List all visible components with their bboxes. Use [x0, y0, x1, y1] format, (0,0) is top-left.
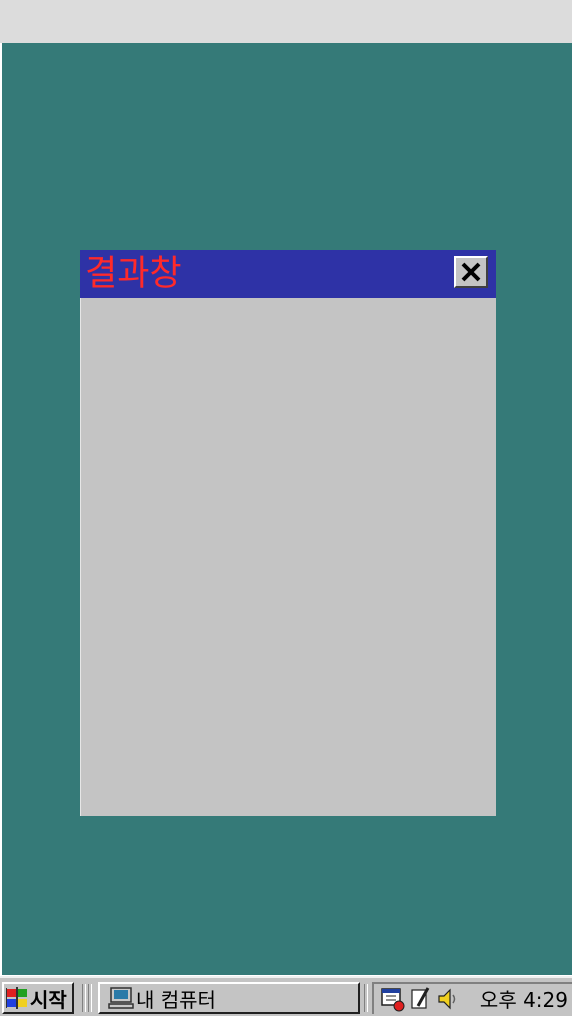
window-content-area [80, 298, 496, 816]
close-icon [460, 262, 482, 282]
speaker-icon[interactable] [436, 987, 460, 1011]
title-bar[interactable]: 결과창 [80, 250, 496, 298]
task-label: 내 컴퓨터 [136, 987, 216, 1012]
taskbar-separator [88, 984, 92, 1012]
result-window: 결과창 [80, 250, 496, 816]
task-button-my-computer[interactable]: 내 컴퓨터 [98, 982, 360, 1014]
start-label: 시작 [30, 987, 67, 1012]
window-title: 결과창 [85, 254, 182, 294]
scheduler-icon[interactable] [380, 986, 406, 1012]
system-tray: 오후 4:29 [372, 982, 572, 1014]
close-button[interactable] [454, 256, 488, 288]
taskbar-separator [82, 984, 86, 1012]
pen-icon[interactable] [410, 986, 432, 1012]
windows-logo-icon [6, 987, 30, 1009]
my-computer-icon [108, 987, 134, 1009]
start-button[interactable]: 시작 [2, 982, 74, 1014]
taskbar: 시작 내 컴퓨터 오후 4:29 [0, 976, 572, 1016]
top-frame-bar [0, 0, 572, 43]
taskbar-separator [364, 984, 368, 1012]
clock[interactable]: 오후 4:29 [480, 988, 568, 1012]
